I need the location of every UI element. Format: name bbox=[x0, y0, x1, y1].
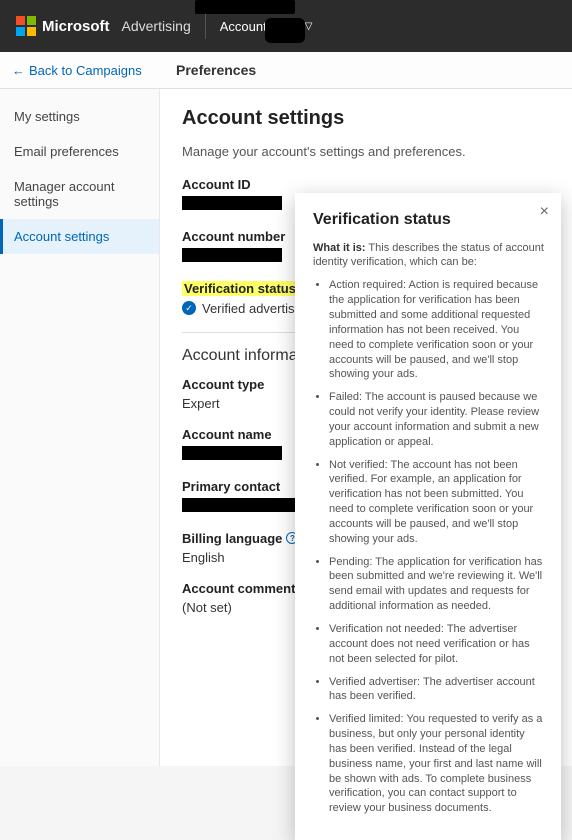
close-icon[interactable]: × bbox=[540, 203, 549, 221]
redacted bbox=[265, 18, 305, 43]
microsoft-icon bbox=[16, 16, 36, 36]
sub-header: ← Back to Campaigns Preferences bbox=[0, 52, 572, 89]
page-section-title: Preferences bbox=[160, 52, 272, 88]
sidebar-item-account-settings[interactable]: Account settings bbox=[0, 219, 159, 254]
brand-text: Microsoft bbox=[42, 18, 110, 35]
tooltip-title: Verification status bbox=[313, 209, 545, 231]
tooltip-item: Verified limited: You requested to verif… bbox=[329, 712, 545, 816]
page-title: Account settings bbox=[182, 107, 550, 130]
account-switcher-label: Account bbox=[220, 19, 267, 34]
chevron-down-icon: ▽ bbox=[305, 21, 313, 32]
tooltip-intro: What it is: This describes the status of… bbox=[313, 241, 545, 271]
check-circle-icon: ✓ bbox=[182, 301, 196, 315]
tooltip-list: Action required: Action is required beca… bbox=[313, 278, 545, 816]
redacted bbox=[182, 248, 282, 262]
back-link-label: Back to Campaigns bbox=[29, 63, 142, 78]
top-bar: Microsoft Advertising Account ▽ bbox=[0, 0, 572, 52]
divider bbox=[205, 13, 206, 39]
tooltip-item: Pending: The application for verificatio… bbox=[329, 555, 545, 614]
label-verification-status: Verification status bbox=[182, 281, 298, 296]
tooltip-item: Failed: The account is paused because we… bbox=[329, 390, 545, 449]
redacted bbox=[182, 446, 282, 460]
page-lead: Manage your account's settings and prefe… bbox=[182, 144, 550, 159]
arrow-left-icon: ← bbox=[12, 63, 25, 78]
redacted bbox=[182, 196, 282, 210]
tooltip-item: Not verified: The account has not been v… bbox=[329, 458, 545, 547]
label-billing-language: Billing language bbox=[182, 531, 282, 546]
sidebar-item-manager-account-settings[interactable]: Manager account settings bbox=[0, 169, 159, 219]
verification-status-tooltip: × Verification status What it is: This d… bbox=[295, 193, 561, 840]
redacted bbox=[182, 498, 312, 512]
sidebar: My settings Email preferences Manager ac… bbox=[0, 89, 160, 766]
sidebar-item-email-preferences[interactable]: Email preferences bbox=[0, 134, 159, 169]
redacted bbox=[195, 0, 295, 14]
label-account-id: Account ID bbox=[182, 177, 550, 192]
tooltip-item: Verified advertiser: The advertiser acco… bbox=[329, 675, 545, 705]
sidebar-item-my-settings[interactable]: My settings bbox=[0, 99, 159, 134]
tooltip-item: Action required: Action is required beca… bbox=[329, 278, 545, 382]
product-text: Advertising bbox=[122, 18, 191, 34]
tooltip-item: Verification not needed: The advertiser … bbox=[329, 622, 545, 667]
brand-logo: Microsoft Advertising bbox=[16, 16, 191, 36]
back-to-campaigns-link[interactable]: ← Back to Campaigns bbox=[0, 52, 160, 88]
